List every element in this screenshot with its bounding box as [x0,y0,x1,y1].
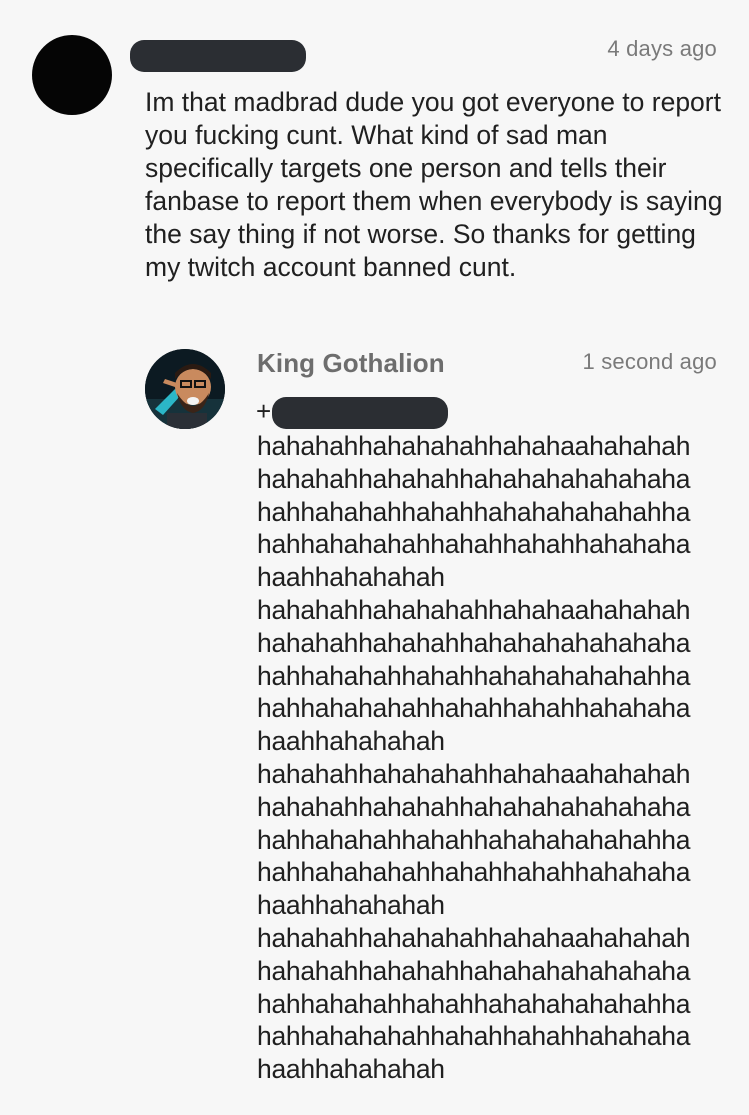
comment-timestamp: 4 days ago [607,36,717,61]
reply-line: hahhahahahhahahhahahahahahahha [257,496,691,527]
reply-line: hahhahahahhahahhahahahahahahha [257,824,691,855]
reply-line: hahhahahahahhahahhahahhahahaha [257,693,691,724]
avatar[interactable] [32,35,112,115]
reply-line: hahhahahahahhahahhahahhahahaha [257,529,691,560]
comment-body: Im that madbrad dude you got everyone to… [145,87,723,282]
reply-timestamp: 1 second ago [582,349,717,374]
mention-prefix: + [256,396,272,426]
reply-line: hahahahhahahahhahahahahahahaha [257,955,691,986]
avatar-image [145,349,225,429]
reply-line: hahahahhahahahahhahahaahahahah [257,431,691,461]
reply-line: hahahahhahahahhahahahahahahaha [257,463,691,494]
reply-line: hahahahhahahahahhahahaahahahah [257,922,691,953]
reply-line: hahahahhahahahahhahahaahahahah [257,594,691,625]
reply-line: hahahahhahahahhahahahahahahaha [257,791,691,822]
reply-line: haahhahahahah [257,1054,445,1085]
reply-line: haahhahahahah [257,726,445,757]
reply-body: hahahahhahahahahhahahaahahahah hahahahha… [257,430,727,1086]
redacted-username [130,40,306,72]
reply-line: hahhahahahhahahhahahahahahahha [257,988,691,1019]
reply-line: haahhahahahah [257,890,445,921]
reply-author[interactable]: King Gothalion [257,348,445,379]
reply-line: hahahahhahahahhahahahahahahaha [257,627,691,658]
reply-line: hahhahahahahhahahhahahhahahaha [257,857,691,888]
reply-avatar[interactable] [145,349,225,429]
reply-line: hahahahhahahahahhahahaahahahah [257,758,691,789]
reply-line: haahhahahahah [257,562,445,593]
redacted-mention [272,397,448,429]
reply-line: hahhahahahahhahahhahahhahahaha [257,1021,691,1052]
reply-line: hahhahahahhahahhahahahahahahha [257,660,691,691]
